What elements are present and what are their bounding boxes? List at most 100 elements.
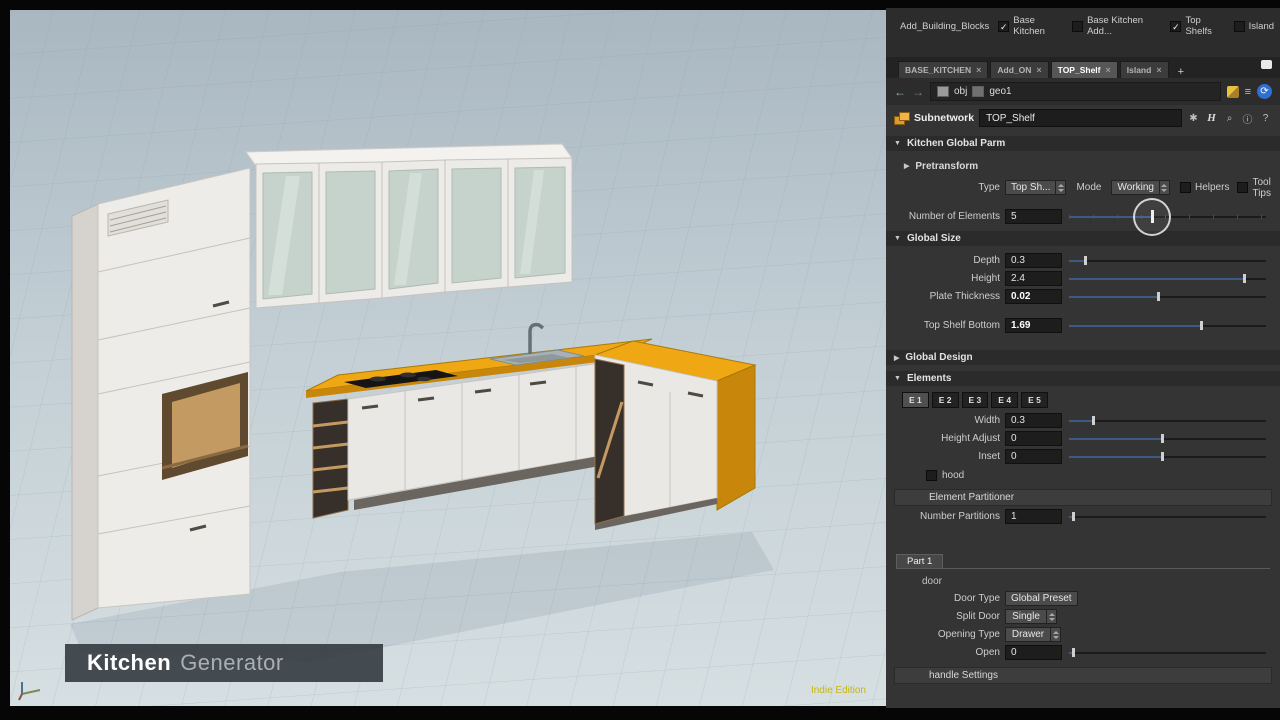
helpers-checkbox[interactable]	[1179, 182, 1191, 193]
houdini-badge-icon[interactable]: H	[1205, 112, 1218, 124]
tab-add-on[interactable]: Add_ON ×	[990, 61, 1049, 78]
recook-icon[interactable]: ⟳	[1257, 84, 1272, 99]
param-slider[interactable]	[1069, 431, 1266, 446]
toggle-base-kitchen-add[interactable]: Base Kitchen Add...	[1072, 15, 1161, 37]
forward-button[interactable]: →	[912, 85, 924, 99]
toggle-base-kitchen[interactable]: ✓ Base Kitchen	[998, 15, 1063, 37]
param-label: Top Shelf Bottom	[923, 320, 1000, 331]
toggle-top-shelfs[interactable]: ✓ Top Shelfs	[1170, 15, 1224, 37]
mode-stepper[interactable]	[1159, 180, 1170, 195]
param-value-field[interactable]: 0	[1005, 645, 1062, 660]
checkbox[interactable]: ✓	[998, 20, 1010, 32]
param-slider[interactable]	[1069, 318, 1266, 333]
param-door-type: Door Type Global Preset	[900, 590, 1266, 607]
back-button[interactable]: ←	[894, 85, 906, 99]
param-value-field[interactable]: 0.3	[1005, 253, 1062, 268]
param-value-field[interactable]: 0	[1005, 449, 1062, 464]
checkbox[interactable]	[1072, 20, 1084, 32]
help-icon[interactable]: ?	[1259, 113, 1272, 124]
checkbox[interactable]: ✓	[1170, 20, 1182, 32]
param-value-field[interactable]: 5	[1005, 209, 1062, 224]
building-blocks-label: Add_Building_Blocks	[900, 20, 990, 32]
param-label: Type	[978, 182, 1000, 193]
checkbox[interactable]	[1233, 20, 1245, 32]
type-stepper[interactable]	[1056, 180, 1067, 195]
tab-top-shelf[interactable]: TOP_Shelf ×	[1050, 61, 1118, 78]
param-width: Width 0.3	[900, 412, 1266, 429]
element-tab-e5[interactable]: E 5	[1021, 392, 1048, 408]
tooltips-checkbox[interactable]	[1237, 182, 1249, 193]
param-label: Height Adjust	[941, 433, 1000, 444]
toggle-island[interactable]: Island	[1233, 20, 1274, 32]
param-value-field[interactable]: 1	[1005, 509, 1062, 524]
search-icon[interactable]: ⌕	[1223, 113, 1236, 124]
param-label: Opening Type	[937, 629, 1000, 640]
floating-panel-icon[interactable]	[1261, 60, 1272, 69]
path-root[interactable]: obj	[954, 86, 967, 97]
tab-close-icon[interactable]: ×	[1156, 65, 1161, 75]
element-tab-e4[interactable]: E 4	[991, 392, 1019, 408]
section-kitchen-global-parm[interactable]: ▼ Kitchen Global Parm	[886, 136, 1280, 151]
section-global-size[interactable]: ▼ Global Size	[886, 231, 1280, 246]
element-tab-e3[interactable]: E 3	[961, 392, 989, 408]
param-value-field[interactable]: 2.4	[1005, 271, 1062, 286]
param-value-field[interactable]: 0.02	[1005, 289, 1062, 304]
tab-base-kitchen[interactable]: BASE_KITCHEN ×	[898, 61, 989, 78]
node-type-label: Subnetwork	[914, 112, 975, 124]
toggle-label: Base Kitchen	[1013, 15, 1045, 37]
tab-close-icon[interactable]: ×	[1036, 65, 1041, 75]
param-slider[interactable]	[1069, 253, 1266, 268]
type-dropdown[interactable]: Top Sh...	[1005, 180, 1057, 195]
param-type-mode-row: Type Top Sh... Mode Working Helpers Tool…	[900, 177, 1271, 199]
element-tab-e1[interactable]: E 1	[902, 392, 929, 408]
palette-icon[interactable]	[1226, 85, 1239, 98]
node-name-field[interactable]: TOP_Shelf	[979, 109, 1182, 127]
param-label: Door Type	[954, 593, 1000, 604]
add-tab-button[interactable]: +	[1175, 66, 1187, 78]
tooltips-label: Tool Tips	[1252, 176, 1271, 199]
overlay-title: Kitchen Generator	[65, 644, 383, 682]
param-slider[interactable]	[1069, 645, 1266, 660]
path-node[interactable]: geo1	[989, 86, 1011, 97]
opening-type-dropdown[interactable]: Drawer	[1005, 627, 1051, 642]
param-opening-type: Opening Type Drawer	[900, 626, 1266, 643]
section-pretransform[interactable]: ▶ Pretransform	[886, 159, 1280, 173]
section-global-design[interactable]: ▶ Global Design	[886, 350, 1280, 365]
mode-dropdown[interactable]: Working	[1111, 180, 1160, 195]
path-field[interactable]: obj geo1	[930, 82, 1221, 101]
tab-island[interactable]: Island ×	[1119, 61, 1169, 78]
param-slider[interactable]	[1069, 449, 1266, 464]
part-tab-1[interactable]: Part 1	[896, 554, 944, 568]
param-label: Number of Elements	[908, 211, 1000, 222]
overlay-title-primary: Kitchen	[87, 650, 172, 675]
param-value-field[interactable]: 1.69	[1005, 318, 1062, 333]
split-door-dropdown[interactable]: Single	[1005, 609, 1047, 624]
param-slider[interactable]	[1069, 271, 1266, 286]
param-slider[interactable]	[1069, 509, 1266, 524]
door-type-dropdown[interactable]: Global Preset	[1005, 591, 1078, 606]
gear-menu-icon[interactable]: ✱	[1187, 113, 1200, 124]
collapse-arrow-icon: ▼	[894, 140, 901, 147]
param-label: Mode	[1076, 182, 1102, 193]
param-slider[interactable]	[1069, 197, 1266, 236]
param-value-field[interactable]: 0	[1005, 431, 1062, 446]
section-elements[interactable]: ▼ Elements	[886, 371, 1280, 386]
tab-close-icon[interactable]: ×	[1105, 65, 1110, 75]
collapse-arrow-icon: ▶	[904, 163, 910, 170]
param-height: Height 2.4	[900, 270, 1266, 287]
element-tabs: E 1 E 2 E 3 E 4 E 5	[902, 392, 1280, 408]
section-label: Global Design	[905, 352, 973, 363]
tab-close-icon[interactable]: ×	[976, 65, 981, 75]
split-door-stepper[interactable]	[1047, 609, 1057, 624]
info-icon[interactable]: ⓘ	[1241, 111, 1254, 126]
param-slider[interactable]	[1069, 413, 1266, 428]
list-icon[interactable]: ≡	[1245, 86, 1251, 98]
element-tab-e2[interactable]: E 2	[931, 392, 959, 408]
param-slider[interactable]	[1069, 289, 1266, 304]
opening-type-stepper[interactable]	[1051, 627, 1061, 642]
param-label: Open	[975, 647, 1000, 658]
param-value-field[interactable]: 0.3	[1005, 413, 1062, 428]
tab-label: Island	[1126, 65, 1152, 75]
viewport-3d[interactable]: Kitchen Generator Indie Edition	[10, 10, 886, 706]
hood-checkbox[interactable]	[926, 470, 937, 481]
